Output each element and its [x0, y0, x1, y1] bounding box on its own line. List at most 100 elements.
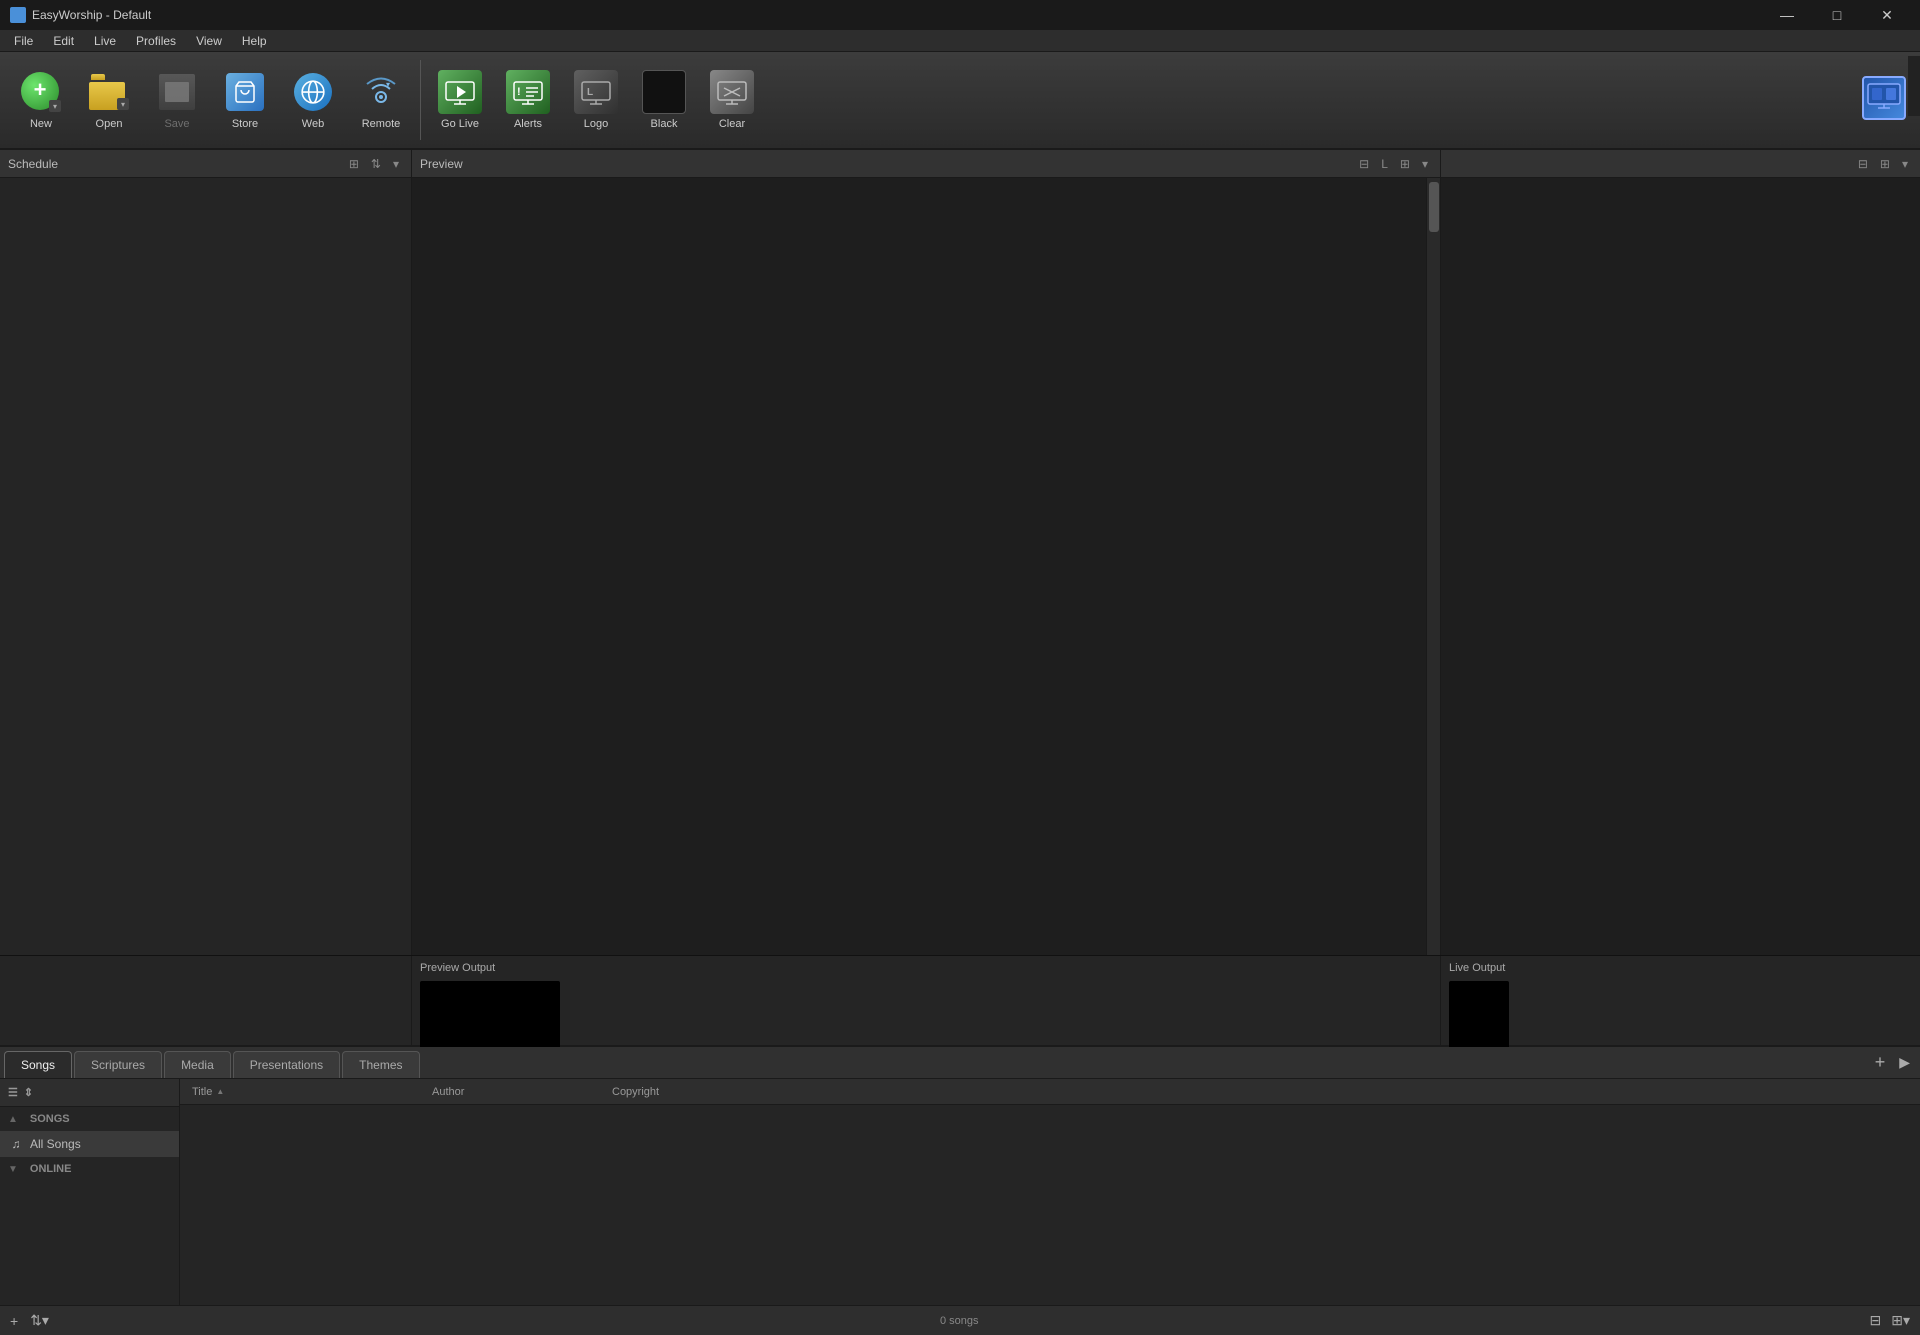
new-button[interactable]: + ▾ New: [8, 56, 74, 144]
preview-list-button[interactable]: L: [1377, 155, 1392, 173]
tab-themes[interactable]: Themes: [342, 1051, 419, 1078]
library-options-button[interactable]: ⊟: [1866, 1310, 1886, 1331]
logo-label: Logo: [584, 118, 608, 130]
minimize-button[interactable]: —: [1764, 0, 1810, 30]
remote-label: Remote: [362, 118, 401, 130]
preview-more-button[interactable]: ▾: [1418, 155, 1432, 173]
logo-svg: L: [580, 76, 612, 108]
alerts-icon: !: [506, 70, 550, 114]
title-bar: EasyWorship - Default — □ ✕: [0, 0, 1920, 30]
preview-grid-button[interactable]: ⊞: [1396, 155, 1414, 173]
black-icon-area: [642, 70, 686, 114]
tab-songs[interactable]: Songs: [4, 1051, 72, 1078]
library-sidebar: ☰ ⇕ ▲ SONGS ♫ All Songs ▼ ONLINE: [0, 1079, 180, 1305]
library-content: ☰ ⇕ ▲ SONGS ♫ All Songs ▼ ONLINE: [0, 1079, 1920, 1305]
store-icon: [226, 73, 264, 111]
sidebar-item-all-songs[interactable]: ♫ All Songs: [0, 1131, 179, 1157]
schedule-header: Schedule ⊞ ⇅ ▾: [0, 150, 411, 178]
logo-icon: L: [574, 70, 618, 114]
tab-scriptures[interactable]: Scriptures: [74, 1051, 162, 1078]
golive-button[interactable]: Go Live: [427, 56, 493, 144]
all-songs-label: All Songs: [30, 1137, 81, 1151]
clear-label: Clear: [719, 118, 745, 130]
col-copyright-label: Copyright: [612, 1086, 659, 1098]
black-button[interactable]: Black: [631, 56, 697, 144]
black-label: Black: [651, 118, 678, 130]
library-bottom-toolbar: + ⇅▾ 0 songs ⊟ ⊞▾: [0, 1305, 1920, 1335]
tab-presentations[interactable]: Presentations: [233, 1051, 340, 1078]
schedule-title: Schedule: [8, 157, 58, 171]
output-thumbnails-row: Preview Output Live Output: [0, 955, 1920, 1045]
preview-main-area: [412, 178, 1426, 955]
library-sort-button[interactable]: ⇅▾: [26, 1310, 53, 1331]
web-button[interactable]: Web: [280, 56, 346, 144]
menu-live[interactable]: Live: [84, 32, 126, 50]
store-icon-area: [223, 70, 267, 114]
songs-expand-icon: ▲: [8, 1114, 18, 1125]
tab-media[interactable]: Media: [164, 1051, 231, 1078]
remote-icon: ▾: [362, 73, 400, 111]
schedule-header-icons: ⊞ ⇅ ▾: [345, 155, 403, 173]
remote-button[interactable]: ▾ Remote: [348, 56, 414, 144]
clear-button[interactable]: Clear: [699, 56, 765, 144]
sidebar-sort-icon: ⇕: [24, 1086, 33, 1099]
alerts-svg: !: [512, 76, 544, 108]
open-dropdown-arrow: ▾: [117, 98, 129, 110]
preview-scroll-thumb[interactable]: [1429, 182, 1439, 232]
liveoutput-icon-area: [1862, 76, 1906, 120]
songs-section-row: ▲ SONGS: [0, 1107, 179, 1131]
schedule-more-button[interactable]: ▾: [389, 155, 403, 173]
sidebar-scrollbar[interactable]: [1908, 56, 1920, 116]
menu-help[interactable]: Help: [232, 32, 277, 50]
menu-file[interactable]: File: [4, 32, 43, 50]
live-grid-button[interactable]: ⊞: [1876, 155, 1894, 173]
web-icon-area: [291, 70, 335, 114]
save-button[interactable]: Save: [144, 56, 210, 144]
new-dropdown-arrow: ▾: [49, 100, 61, 112]
preview-title: Preview: [420, 157, 463, 171]
live-header-icons: ⊟ ⊞ ▾: [1854, 155, 1912, 173]
store-button[interactable]: Store: [212, 56, 278, 144]
schedule-sort-button[interactable]: ⇅: [367, 155, 385, 173]
songs-section-label: SONGS: [22, 1109, 78, 1129]
store-svg: [233, 80, 257, 104]
library-main: Title ▲ Author Copyright: [180, 1079, 1920, 1305]
schedule-grid-view-button[interactable]: ⊞: [345, 155, 363, 173]
toolbar-divider-1: [420, 60, 421, 140]
menu-edit[interactable]: Edit: [43, 32, 84, 50]
preview-header: Preview ⊟ L ⊞ ▾: [412, 150, 1440, 178]
library-add-button[interactable]: +: [6, 1311, 22, 1331]
preview-scrollbar[interactable]: [1426, 178, 1440, 955]
maximize-button[interactable]: □: [1814, 0, 1860, 30]
svg-text:L: L: [587, 87, 593, 98]
web-label: Web: [302, 118, 324, 130]
online-expand-icon: ▼: [8, 1164, 18, 1175]
remote-icon-area: ▾: [359, 70, 403, 114]
library-tab-arrow-button[interactable]: ▶: [1893, 1054, 1916, 1071]
alerts-button[interactable]: ! Alerts: [495, 56, 561, 144]
live-more-button[interactable]: ▾: [1898, 155, 1912, 173]
library-table-content: [180, 1105, 1920, 1305]
library-panel: Songs Scriptures Media Presentations The…: [0, 1045, 1920, 1335]
golive-label: Go Live: [441, 118, 479, 130]
preview-layout-button[interactable]: ⊟: [1355, 155, 1373, 173]
open-button[interactable]: ▾ Open: [76, 56, 142, 144]
clear-svg: [716, 76, 748, 108]
schedule-content: [0, 178, 411, 955]
live-header: ⊟ ⊞ ▾: [1441, 150, 1920, 178]
library-tab-add-button[interactable]: +: [1867, 1052, 1894, 1073]
alerts-icon-area: !: [506, 70, 550, 114]
liveoutput-toggle-button[interactable]: [1856, 56, 1912, 144]
live-layout-button[interactable]: ⊟: [1854, 155, 1872, 173]
library-grid-button[interactable]: ⊞▾: [1887, 1310, 1914, 1331]
new-icon: + ▾: [21, 72, 61, 112]
title-bar-controls: — □ ✕: [1764, 0, 1910, 30]
menu-view[interactable]: View: [186, 32, 232, 50]
logo-button[interactable]: L Logo: [563, 56, 629, 144]
close-button[interactable]: ✕: [1864, 0, 1910, 30]
title-bar-left: EasyWorship - Default: [10, 7, 151, 23]
new-icon-area: + ▾: [19, 70, 63, 114]
menu-profiles[interactable]: Profiles: [126, 32, 186, 50]
library-tabs: Songs Scriptures Media Presentations The…: [0, 1047, 1920, 1079]
preview-output-label: Preview Output: [412, 956, 1440, 976]
